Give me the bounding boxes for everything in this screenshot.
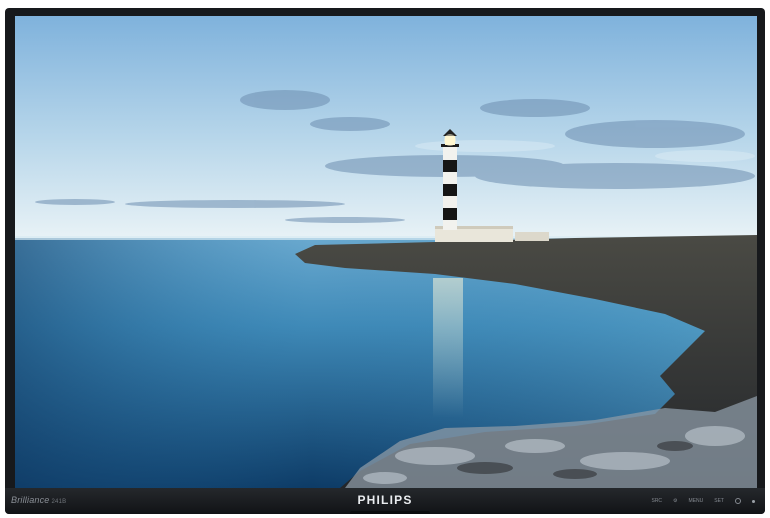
set-button[interactable]: SET: [714, 498, 724, 504]
monitor: Brilliance 241B PHILIPS SRC ⚙ MENU SET: [5, 8, 765, 514]
lighthouse: [441, 129, 459, 230]
menu-button[interactable]: MENU: [689, 498, 704, 504]
monitor-controls: SRC ⚙ MENU SET: [651, 498, 755, 504]
settings-button[interactable]: ⚙: [673, 498, 677, 504]
monitor-screen: [15, 16, 757, 488]
power-led-icon: [752, 499, 755, 503]
wallpaper-image: [15, 16, 757, 488]
stand-notch: [350, 511, 430, 514]
power-icon[interactable]: [735, 498, 741, 504]
monitor-bezel-bottom: Brilliance 241B PHILIPS SRC ⚙ MENU SET: [5, 488, 765, 514]
input-source-button[interactable]: SRC: [651, 498, 662, 504]
